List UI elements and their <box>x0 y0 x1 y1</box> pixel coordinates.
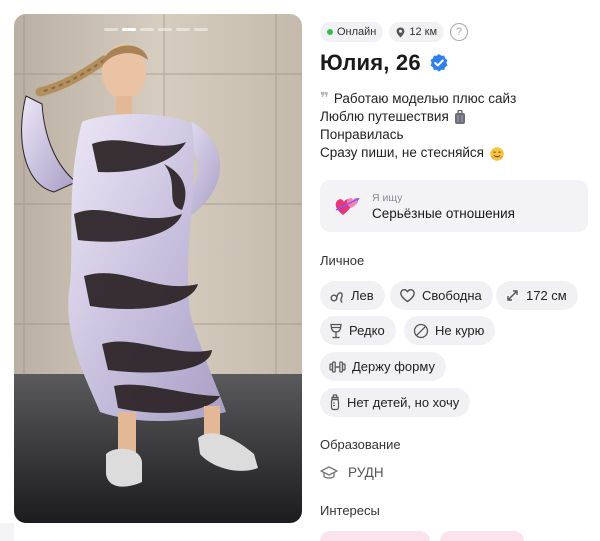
blushing-emoji-icon <box>490 146 504 161</box>
dumbbell-icon <box>329 360 346 373</box>
bio-line-4: Сразу пиши, не стесняйся <box>320 145 484 160</box>
tag-height: 172 см <box>496 281 578 310</box>
profile-photo[interactable] <box>14 14 302 523</box>
education-item: РУДН <box>320 465 384 480</box>
bio-line-3: Понравилась <box>320 127 404 142</box>
tag-label: Не курю <box>435 323 485 338</box>
tag-children: Нет детей, но хочу <box>320 388 471 417</box>
location-pin-icon <box>396 27 405 37</box>
tag-smoking: Не курю <box>404 316 496 345</box>
quote-icon: ❞ <box>320 90 329 107</box>
photo-progress-indicators <box>104 28 208 31</box>
online-dot-icon <box>327 29 333 35</box>
tag-fitness: Держу форму <box>320 352 446 381</box>
tag-label: Редко <box>349 323 385 338</box>
looking-for-label: Я ищу <box>372 191 403 204</box>
bio-line: ❞ Работаю моделью плюс сайз <box>320 90 590 108</box>
bio-text: ❞ Работаю моделью плюс сайз Люблю путеше… <box>320 90 590 162</box>
baby-bottle-icon <box>330 394 340 411</box>
status-chips: Онлайн 12 км ? <box>320 22 469 42</box>
photo-image <box>14 14 302 523</box>
tag-label: Нет детей, но хочу <box>347 395 460 410</box>
looking-for-value: Серьёзные отношения <box>372 205 515 221</box>
looking-for-card: Я ищу Серьёзные отношения <box>320 180 588 232</box>
bottom-left-edge <box>0 523 14 541</box>
tag-label: Свободна <box>422 288 482 303</box>
interests-section-title: Интересы <box>320 503 380 518</box>
personal-section-title: Личное <box>320 253 365 268</box>
tag-label: 172 см <box>526 288 567 303</box>
tag-zodiac: Лев <box>320 281 385 310</box>
photo-indicator[interactable] <box>140 28 154 31</box>
tag-label: Лев <box>351 288 374 303</box>
tag-alcohol: Редко <box>320 316 396 345</box>
graduation-cap-icon <box>320 465 338 479</box>
help-icon[interactable]: ? <box>450 23 469 41</box>
photo-indicator[interactable] <box>158 28 172 31</box>
online-label: Онлайн <box>337 26 377 38</box>
verified-badge-icon <box>430 54 448 72</box>
distance-badge: 12 км <box>389 22 445 42</box>
bio-line: Сразу пиши, не стесняйся <box>320 144 590 162</box>
heart-outline-icon <box>400 289 415 303</box>
photo-indicator[interactable] <box>176 28 190 31</box>
interest-chip[interactable] <box>440 531 524 541</box>
luggage-emoji-icon <box>454 109 465 124</box>
name-row: Юлия, 26 <box>320 50 449 76</box>
education-value: РУДН <box>348 465 384 480</box>
tag-relationship: Свободна <box>390 281 493 310</box>
interest-chip[interactable] <box>320 531 430 541</box>
bio-line-2: Люблю путешествия <box>320 109 449 124</box>
tag-label: Держу форму <box>352 359 435 374</box>
bio-line: Понравилась <box>320 126 590 144</box>
photo-indicator[interactable] <box>122 28 136 31</box>
bio-line: Люблю путешествия <box>320 108 590 126</box>
looking-for-text: Я ищу Серьёзные отношения <box>372 192 515 221</box>
photo-indicator[interactable] <box>104 28 118 31</box>
photo-indicator[interactable] <box>194 28 208 31</box>
education-section-title: Образование <box>320 437 401 452</box>
profile-name-age: Юлия, 26 <box>320 50 421 75</box>
leo-zodiac-icon <box>330 291 343 303</box>
no-smoking-icon <box>413 323 429 338</box>
hearts-icon <box>335 198 360 215</box>
height-arrows-icon <box>507 290 518 301</box>
online-badge: Онлайн <box>320 22 384 42</box>
distance-label: 12 км <box>409 26 438 38</box>
wine-glass-icon <box>330 323 342 338</box>
bio-line-1: Работаю моделью плюс сайз <box>333 91 517 106</box>
